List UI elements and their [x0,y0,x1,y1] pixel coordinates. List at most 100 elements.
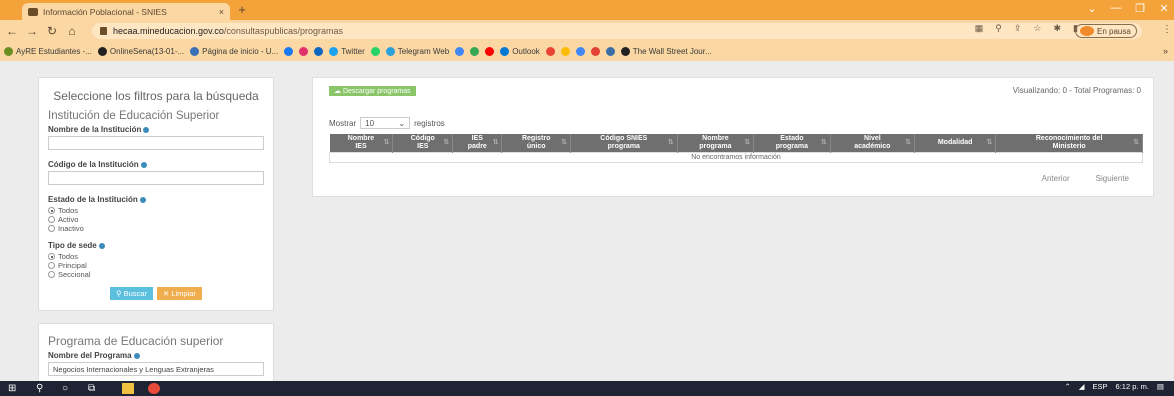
radio-icon[interactable] [48,207,55,214]
column-header[interactable]: Código SNIES programa ⇅ [570,134,678,152]
column-header[interactable]: Nombre programa ⇅ [677,134,755,152]
tab-title: Información Poblacional - SNIES [43,6,167,17]
extensions-icon[interactable]: ✱ [1054,23,1062,34]
radio-icon[interactable] [48,262,55,269]
minimize-window-icon[interactable]: — [1106,2,1126,14]
bookmark-item[interactable] [314,47,324,56]
sort-icon[interactable]: ⇅ [384,139,390,147]
chrome-icon[interactable] [148,383,160,394]
sort-icon[interactable]: ⇅ [443,139,449,147]
bookmark-item[interactable]: Outlook [500,47,540,56]
state-option-todos[interactable]: Todos [48,206,264,215]
translate-icon[interactable]: ▦ [975,23,984,34]
column-header[interactable]: Estado programa ⇅ [753,134,831,152]
zoom-icon[interactable]: ⚲ [995,23,1002,34]
sort-icon[interactable]: ⇅ [1133,139,1139,147]
info-icon[interactable] [139,196,146,203]
os-taskbar: ⊞ ⚲ ○ ⧉ ⌃ ◢ ESP 6:12 p. m. ▤ [0,381,1174,396]
previous-page-button[interactable]: Anterior [1042,174,1070,183]
column-header[interactable]: Registro único ⇅ [501,134,571,152]
back-icon[interactable]: ← [4,23,20,39]
bookmark-item[interactable]: OnlineSena(13-01-... [97,47,184,56]
home-icon[interactable]: ⌂ [64,23,80,39]
close-icon[interactable]: ✕ [1154,2,1174,15]
tab-close-icon[interactable]: × [219,7,224,17]
sort-icon[interactable]: ⇅ [744,139,750,147]
column-header[interactable]: Reconocimiento del Ministerio ⇅ [995,134,1143,152]
radio-icon[interactable] [48,225,55,232]
sort-icon[interactable]: ⇅ [986,139,992,147]
reload-icon[interactable]: ↻ [44,23,60,39]
clock[interactable]: 6:12 p. m. [1116,382,1149,391]
sort-icon[interactable]: ⇅ [668,139,674,147]
info-icon[interactable] [143,126,150,133]
network-icon[interactable]: ◢ [1079,382,1085,391]
column-header[interactable]: Modalidad ⇅ [914,134,997,152]
state-option-inactivo[interactable]: Inactivo [48,224,264,233]
bookmark-item[interactable] [545,47,555,56]
search-button[interactable]: ⚲ Buscar [110,287,153,300]
search-icon[interactable]: ⚲ [36,383,48,394]
bookmark-item[interactable]: Telegram Web [385,47,449,56]
restore-icon[interactable]: ❐ [1130,2,1150,15]
bookmark-item[interactable] [299,47,309,56]
radio-icon[interactable] [48,271,55,278]
bookmark-item[interactable] [485,47,495,56]
bookmark-item[interactable] [575,47,585,56]
profile-button[interactable]: En pausa [1075,24,1137,38]
bookmark-item[interactable] [370,47,380,56]
forward-icon[interactable]: → [24,23,40,39]
clear-button[interactable]: ✕ Limpiar [156,287,202,300]
share-icon[interactable]: ⇪ [1014,23,1022,34]
column-header[interactable]: Nombre IES ⇅ [329,134,394,152]
sort-icon[interactable]: ⇅ [905,139,911,147]
chevron-up-icon[interactable]: ⌃ [1064,382,1070,391]
bookmark-item[interactable]: Página de inicio - U... [190,47,278,56]
next-page-button[interactable]: Siguiente [1096,174,1129,183]
language-indicator[interactable]: ESP [1093,382,1108,391]
cortana-icon[interactable]: ○ [62,383,74,394]
bookmark-item[interactable] [470,47,480,56]
browser-tab[interactable]: Información Poblacional - SNIES × [22,3,230,20]
radio-icon[interactable] [48,216,55,223]
sort-icon[interactable]: ⇅ [493,139,499,147]
bookmark-item[interactable]: AyRE Estudiantes -... [4,47,92,56]
bookmark-item[interactable]: Twitter [329,47,365,56]
page-size-select[interactable]: 10 ⌄ [360,117,411,129]
menu-icon[interactable]: ⋮ [1162,24,1172,35]
minimize-icon[interactable]: ⌄ [1082,2,1102,15]
bookmark-item[interactable] [605,47,615,56]
bookmark-item[interactable] [590,47,600,56]
state-option-activo[interactable]: Activo [48,215,264,224]
column-header-line: programa [775,142,809,150]
bookmark-item[interactable] [284,47,294,56]
download-programs-button[interactable]: ☁ Descargar programas [329,86,416,96]
bookmark-favicon-icon [590,47,600,56]
sort-icon[interactable]: ⇅ [821,139,827,147]
column-header[interactable]: Nivel académico ⇅ [830,134,916,152]
column-header[interactable]: Código IES ⇅ [392,134,454,152]
sede-option-todos[interactable]: Todos [48,252,264,261]
bookmark-star-icon[interactable]: ☆ [1033,23,1041,34]
notifications-icon[interactable]: ▤ [1157,382,1164,391]
sede-option-seccional[interactable]: Seccional [48,270,264,279]
radio-icon[interactable] [48,253,55,260]
info-icon[interactable] [140,161,147,168]
sede-option-principal[interactable]: Principal [48,261,264,270]
windows-start-icon[interactable]: ⊞ [8,383,20,394]
bookmark-item[interactable] [455,47,465,56]
bookmark-item[interactable] [560,47,570,56]
column-header[interactable]: IES padre ⇅ [452,134,503,152]
institution-name-input[interactable] [48,136,264,150]
task-view-icon[interactable]: ⧉ [88,383,100,394]
new-tab-button[interactable]: + [234,3,250,17]
program-name-input[interactable]: Negocios Internacionales y Lenguas Extra… [48,362,264,376]
more-bookmarks-icon[interactable]: » [1163,46,1168,56]
file-explorer-icon[interactable] [122,383,134,394]
bookmark-item[interactable]: The Wall Street Jour... [620,47,712,56]
sort-icon[interactable]: ⇅ [561,139,567,147]
info-icon[interactable] [98,242,105,249]
show-label: Mostrar [329,118,357,128]
info-icon[interactable] [133,352,140,359]
institution-code-input[interactable] [48,171,264,185]
